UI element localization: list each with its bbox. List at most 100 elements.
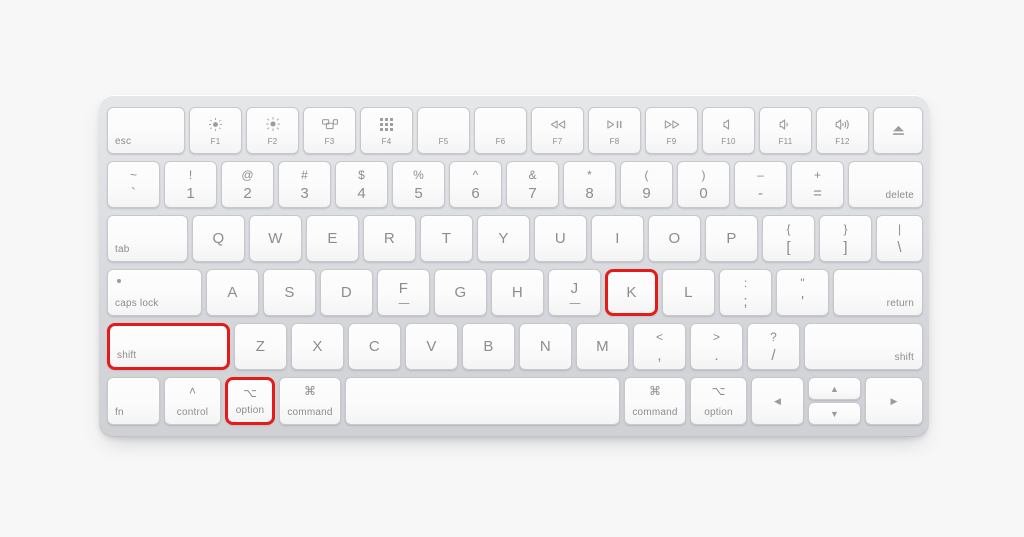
- key-f3[interactable]: F3: [303, 107, 356, 154]
- key-v[interactable]: V: [405, 323, 458, 370]
- key-tab[interactable]: tab: [107, 215, 188, 262]
- key-j[interactable]: J: [548, 269, 601, 316]
- key-o[interactable]: O: [648, 215, 701, 262]
- key-0-labels: ) 0: [699, 167, 708, 202]
- key-f2[interactable]: F2: [246, 107, 299, 154]
- key-b[interactable]: B: [462, 323, 515, 370]
- key-shift-left[interactable]: shift: [107, 323, 230, 370]
- key-control[interactable]: ˄ control: [164, 377, 221, 425]
- key-d[interactable]: D: [320, 269, 373, 316]
- key-a[interactable]: A: [206, 269, 259, 316]
- key-command-right[interactable]: ⌘ command: [624, 377, 686, 425]
- key-z[interactable]: Z: [234, 323, 287, 370]
- key-c[interactable]: C: [348, 323, 401, 370]
- key-f[interactable]: F: [377, 269, 430, 316]
- key-grave[interactable]: ~ `: [107, 161, 160, 208]
- key-option-right[interactable]: ⌥ option: [690, 377, 747, 425]
- key-shift-right[interactable]: shift: [804, 323, 923, 370]
- play-pause-icon: [589, 117, 640, 131]
- key-minus-labels: – -: [757, 167, 764, 202]
- key-1[interactable]: ! 1: [164, 161, 217, 208]
- key-bracket-right[interactable]: }]: [819, 215, 872, 262]
- key-y[interactable]: Y: [477, 215, 530, 262]
- key-e[interactable]: E: [306, 215, 359, 262]
- key-r[interactable]: R: [363, 215, 416, 262]
- key-option-right-label: option: [704, 407, 733, 418]
- key-arrow-down[interactable]: ▼: [808, 402, 861, 425]
- fast-forward-icon: [646, 117, 697, 131]
- key-k[interactable]: K: [605, 269, 658, 316]
- keyboard-deck: esc F1 F2 F3 F4 F5 F6 F7 F8 F9 F10 F11 F…: [99, 95, 929, 437]
- key-period[interactable]: >.: [690, 323, 743, 370]
- key-return[interactable]: return: [833, 269, 923, 316]
- key-4[interactable]: $4: [335, 161, 388, 208]
- key-command-left-label: command: [287, 407, 333, 418]
- key-f4[interactable]: F4: [360, 107, 413, 154]
- key-option-left[interactable]: ⌥ option: [225, 377, 275, 425]
- key-9[interactable]: (9: [620, 161, 673, 208]
- key-f10-label: F10: [721, 137, 736, 146]
- key-arrow-left[interactable]: ◀: [751, 377, 804, 425]
- key-f7[interactable]: F7: [531, 107, 584, 154]
- key-8[interactable]: * 8: [563, 161, 616, 208]
- key-fn[interactable]: fn: [107, 377, 160, 425]
- key-delete[interactable]: delete: [848, 161, 923, 208]
- mute-icon: [703, 117, 754, 131]
- key-semicolon[interactable]: :;: [719, 269, 772, 316]
- key-f8[interactable]: F8: [588, 107, 641, 154]
- key-f1[interactable]: F1: [189, 107, 242, 154]
- key-f11-label: F11: [778, 137, 793, 146]
- key-x[interactable]: X: [291, 323, 344, 370]
- arrow-down-icon: ▼: [830, 408, 839, 419]
- key-f6[interactable]: F6: [474, 107, 527, 154]
- key-minus[interactable]: – -: [734, 161, 787, 208]
- key-eject[interactable]: [873, 107, 923, 154]
- key-6[interactable]: ^ 6: [449, 161, 502, 208]
- key-g[interactable]: G: [434, 269, 487, 316]
- key-3[interactable]: #3: [278, 161, 331, 208]
- key-u[interactable]: U: [534, 215, 587, 262]
- key-comma[interactable]: <,: [633, 323, 686, 370]
- key-arrow-up[interactable]: ▲: [808, 377, 861, 400]
- key-m[interactable]: M: [576, 323, 629, 370]
- key-esc-label: esc: [115, 136, 132, 147]
- key-s[interactable]: S: [263, 269, 316, 316]
- key-q[interactable]: Q: [192, 215, 245, 262]
- key-5-labels: % 5: [413, 167, 424, 202]
- key-equal[interactable]: + =: [791, 161, 844, 208]
- arrow-up-icon: ▲: [830, 383, 839, 394]
- key-f5[interactable]: F5: [417, 107, 470, 154]
- key-slash[interactable]: ? /: [747, 323, 800, 370]
- arrow-left-icon: ◀: [774, 395, 781, 406]
- control-symbol-icon: ˄: [188, 384, 196, 398]
- key-i[interactable]: I: [591, 215, 644, 262]
- key-f9[interactable]: F9: [645, 107, 698, 154]
- key-quote[interactable]: " ': [776, 269, 829, 316]
- key-0[interactable]: ) 0: [677, 161, 730, 208]
- key-f6-label: F6: [495, 137, 506, 146]
- key-h[interactable]: H: [491, 269, 544, 316]
- key-f11[interactable]: F11: [759, 107, 812, 154]
- volume-down-icon: [760, 117, 811, 131]
- key-n[interactable]: N: [519, 323, 572, 370]
- key-l[interactable]: L: [662, 269, 715, 316]
- key-f10[interactable]: F10: [702, 107, 755, 154]
- key-caps-lock[interactable]: caps lock: [107, 269, 202, 316]
- key-space[interactable]: [345, 377, 620, 425]
- key-backslash[interactable]: | \: [876, 215, 923, 262]
- key-7[interactable]: & 7: [506, 161, 559, 208]
- key-p[interactable]: P: [705, 215, 758, 262]
- key-f12-label: F12: [835, 137, 850, 146]
- key-arrow-right[interactable]: ▶: [865, 377, 923, 425]
- key-equal-labels: + =: [813, 167, 822, 202]
- key-bracket-left[interactable]: {[: [762, 215, 815, 262]
- key-t[interactable]: T: [420, 215, 473, 262]
- key-5[interactable]: % 5: [392, 161, 445, 208]
- key-esc[interactable]: esc: [107, 107, 185, 154]
- key-grave-labels: ~ `: [129, 167, 137, 202]
- key-2[interactable]: @2: [221, 161, 274, 208]
- eject-icon: [874, 108, 922, 153]
- key-w[interactable]: W: [249, 215, 302, 262]
- key-command-left[interactable]: ⌘ command: [279, 377, 341, 425]
- key-f12[interactable]: F12: [816, 107, 869, 154]
